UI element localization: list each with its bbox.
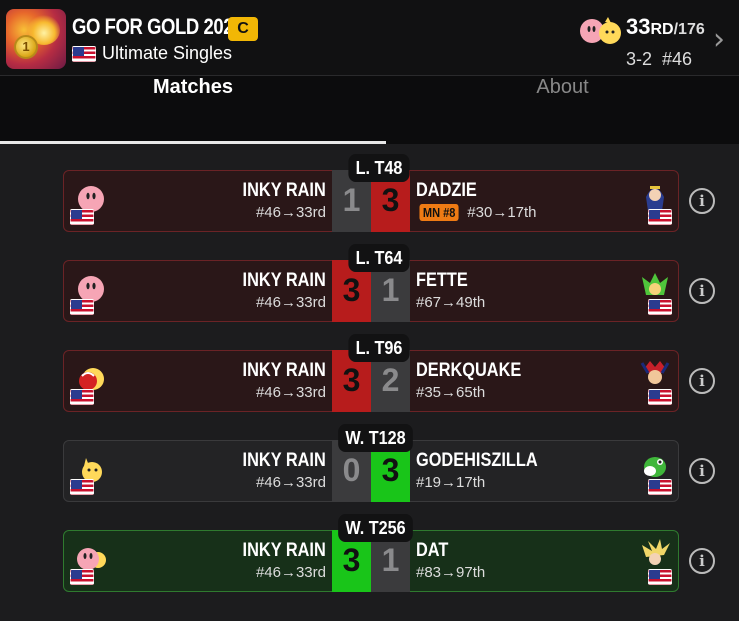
opponent-seed-row: MN #8 #30→17th (416, 204, 537, 221)
tournament-logo: 1 (6, 9, 66, 69)
player-name[interactable]: INKY RAIN (243, 180, 326, 202)
us-flag-icon (648, 569, 672, 585)
cloud-icon (642, 539, 670, 565)
placing-suffix: RD (650, 21, 674, 38)
round-label: L. T64 (348, 244, 410, 272)
opponent-seed: #83→97th (416, 564, 486, 581)
us-flag-icon (72, 45, 96, 62)
info-icon[interactable]: i (689, 188, 715, 214)
set-card[interactable]: L. T96 INKY RAIN #46→33rd 3 2 DERKQUAKE … (63, 334, 679, 412)
set-card[interactable]: L. T48 INKY RAIN #46→33rd 1 3 DADZIE MN … (63, 154, 679, 232)
bowser-jr-icon (642, 273, 668, 295)
us-flag-icon (70, 299, 94, 315)
tournament-header[interactable]: 1 GO FOR GOLD 2026 C Ultimate Singles 33… (0, 0, 739, 76)
round-label: W. T128 (338, 424, 413, 452)
placing: 33RD/176 (626, 14, 705, 40)
seed: #46 (662, 49, 693, 69)
yoshi-icon (644, 457, 666, 477)
player-seed: #46→33rd (255, 564, 326, 581)
tier-badge: C (228, 17, 258, 41)
set-card[interactable]: L. T64 INKY RAIN #46→33rd 3 1 FETTE #67→… (63, 244, 679, 322)
player-name[interactable]: INKY RAIN (243, 450, 326, 472)
us-flag-icon (648, 389, 672, 405)
set-card[interactable]: W. T256 INKY RAIN #46→33rd 3 1 DAT #83→9… (63, 514, 679, 592)
us-flag-icon (70, 569, 94, 585)
info-icon[interactable]: i (689, 278, 715, 304)
info-icon[interactable]: i (689, 368, 715, 394)
round-label: L. T96 (348, 334, 410, 362)
tournament-title: GO FOR GOLD 2026 (72, 14, 243, 39)
opponent-seed: #19→17th (416, 474, 486, 491)
opponent-name[interactable]: DERKQUAKE (416, 360, 521, 382)
record-and-seed: 3-2 #46 (626, 49, 692, 70)
us-flag-icon (648, 479, 672, 495)
character-icons (580, 17, 621, 44)
player-name[interactable]: INKY RAIN (243, 540, 326, 562)
player-seed: #46→33rd (255, 204, 326, 221)
tab-matches[interactable]: Matches (0, 76, 386, 144)
lucina-icon (646, 186, 664, 211)
chevron-right-icon[interactable]: › (713, 25, 725, 55)
player-seed: #46→33rd (255, 474, 326, 491)
event-label: Ultimate Singles (102, 43, 233, 63)
opponent-name[interactable]: GODEHISZILLA (416, 450, 538, 472)
tab-about[interactable]: About (386, 76, 739, 144)
king-dedede-icon (640, 361, 670, 384)
us-flag-icon (70, 389, 94, 405)
win-loss-record: 3-2 (626, 49, 653, 69)
total-entrants: /176 (673, 21, 705, 38)
placing-number: 33 (626, 14, 651, 39)
event-name: Ultimate Singles (72, 43, 232, 64)
us-flag-icon (70, 479, 94, 495)
us-flag-icon (648, 299, 672, 315)
round-label: W. T256 (338, 514, 413, 542)
player-seed: #46→33rd (255, 294, 326, 311)
tab-bar: Matches About (0, 76, 739, 144)
player-seed: #46→33rd (255, 384, 326, 401)
opponent-seed: #67→49th (416, 294, 486, 311)
opponent-name[interactable]: DADZIE (416, 180, 477, 202)
opponent-seed: #30→17th (467, 204, 537, 221)
info-icon[interactable]: i (689, 458, 715, 484)
opponent-name[interactable]: FETTE (416, 270, 468, 292)
us-flag-icon (648, 209, 672, 225)
round-label: L. T48 (348, 154, 410, 182)
info-icon[interactable]: i (689, 548, 715, 574)
player-name[interactable]: INKY RAIN (243, 360, 326, 382)
opponent-seed: #35→65th (416, 384, 486, 401)
player-name[interactable]: INKY RAIN (243, 270, 326, 292)
set-card[interactable]: W. T128 INKY RAIN #46→33rd 0 3 GODEHISZI… (63, 424, 679, 502)
mn-rank-badge: MN #8 (419, 204, 459, 221)
us-flag-icon (70, 209, 94, 225)
opponent-name[interactable]: DAT (416, 540, 448, 562)
